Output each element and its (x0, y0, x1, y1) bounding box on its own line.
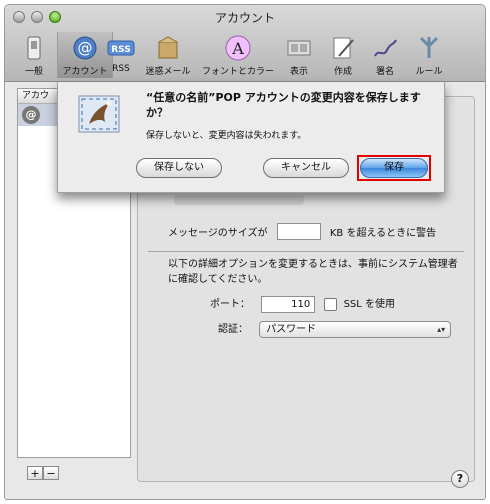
toolbar-label: 一般 (24, 67, 43, 77)
toolbar-item-fonts-colors[interactable]: A フォントとカラー (199, 32, 277, 78)
add-account-button[interactable]: + (27, 466, 43, 480)
authentication-label: 認証： (218, 324, 248, 335)
toolbar-label: 作成 (333, 67, 352, 77)
window-title: アカウント (214, 11, 275, 25)
font-badge-text: A (231, 39, 244, 58)
dont-save-button[interactable]: 保存しない (136, 158, 222, 178)
sheet-title: “任意の名前”POP アカウントの変更内容を保存しますか？ (146, 91, 421, 119)
toolbar-label: ルール (415, 67, 443, 77)
account-at-icon: @ (22, 106, 40, 124)
port-row: ポート： 110 SSL を使用 (210, 295, 395, 313)
divider (148, 251, 464, 252)
toolbar-item-compose[interactable]: 作成 (321, 32, 365, 78)
toolbar-item-general[interactable]: 一般 (7, 32, 61, 78)
toolbar-item-rss[interactable]: RSS RSS (101, 32, 141, 78)
save-button-highlight (357, 155, 431, 181)
obscured-row (174, 195, 304, 205)
toolbar-label: 署名 (375, 67, 394, 77)
toolbar-item-display[interactable]: 表示 (277, 32, 321, 78)
ssl-label: SSL を使用 (343, 299, 396, 310)
popup-arrows-icon: ▴▾ (437, 324, 446, 334)
save-changes-sheet: “任意の名前”POP アカウントの変更内容を保存しますか？ 保存しないと、変更内… (57, 82, 445, 193)
message-size-row: メッセージのサイズが KB を超えるときに警告 (168, 223, 436, 240)
ssl-checkbox[interactable] (324, 297, 338, 311)
message-size-label: メッセージのサイズが (168, 228, 268, 239)
junk-mail-icon (158, 36, 178, 59)
toolbar-label: フォントとカラー (201, 67, 274, 77)
help-button[interactable]: ? (451, 470, 469, 488)
titlebar: アカウント 一般 @ アカウント RSS RSS 迷惑メール A フォントとカラ… (5, 5, 485, 82)
toolbar-label: 表示 (289, 67, 308, 77)
mail-app-icon (78, 95, 120, 133)
compose-icon (333, 37, 354, 59)
rules-icon (419, 36, 439, 58)
authentication-value: パスワード (266, 323, 317, 335)
svg-text:@: @ (78, 39, 93, 57)
font-color-icon: A (225, 35, 251, 61)
signature-icon (374, 39, 397, 57)
message-size-input[interactable] (276, 223, 321, 240)
advanced-options-note: 以下の詳細オプションを変更するときは、事前にシステム管理者に確認してください。 (168, 259, 458, 285)
authentication-row: 認証： パスワード ▴▾ (218, 320, 452, 338)
switch-icon (27, 36, 41, 60)
toolbar-item-signatures[interactable]: 署名 (363, 32, 407, 78)
toolbar-label: 迷惑メール (145, 67, 191, 77)
rss-badge-text: RSS (111, 45, 131, 55)
cancel-button[interactable]: キャンセル (263, 158, 349, 178)
port-label: ポート： (210, 299, 250, 310)
message-size-suffix: KB を超えるときに警告 (329, 228, 437, 239)
toolbar-label: RSS (112, 64, 130, 74)
remove-account-button[interactable]: − (43, 466, 59, 480)
at-sign-icon: @ (73, 36, 97, 60)
rss-icon: RSS (107, 40, 135, 56)
display-icon (287, 40, 311, 56)
authentication-popup[interactable]: パスワード ▴▾ (259, 320, 452, 338)
toolbar-item-junk-mail[interactable]: 迷惑メール (141, 32, 195, 78)
toolbar-item-rules[interactable]: ルール (405, 32, 453, 78)
sheet-message: 保存しないと、変更内容は失われます。 (146, 131, 307, 141)
preferences-window: アカウント 一般 @ アカウント RSS RSS 迷惑メール A フォントとカラ… (4, 4, 486, 500)
port-input[interactable]: 110 (261, 295, 316, 313)
